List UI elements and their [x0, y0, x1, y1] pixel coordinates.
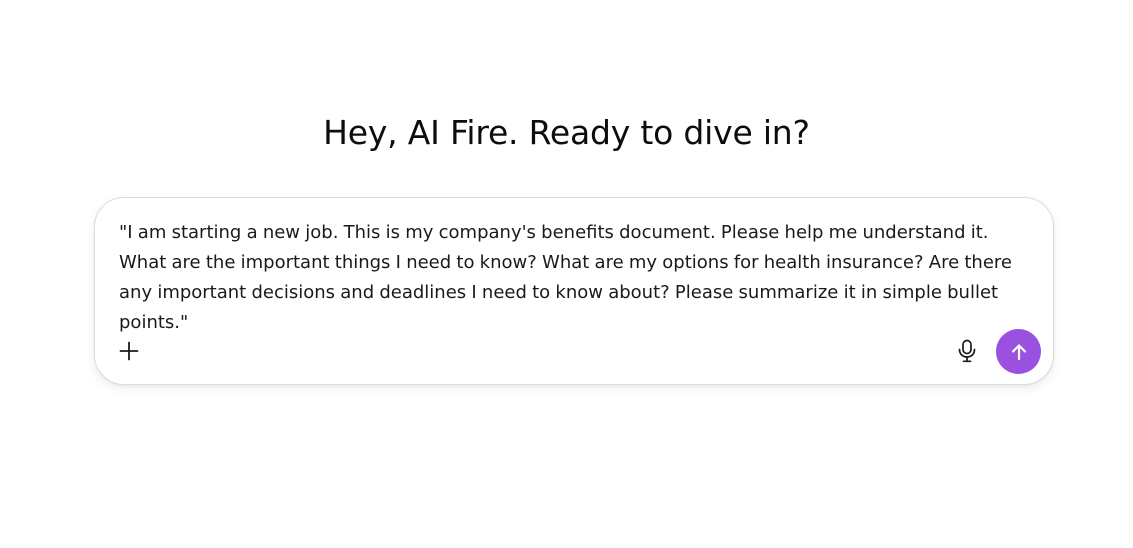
chat-start-page: Hey, AI Fire. Ready to dive in? "I am st…	[0, 0, 1133, 548]
prompt-input[interactable]: "I am starting a new job. This is my com…	[119, 218, 1035, 338]
send-button[interactable]	[996, 329, 1041, 374]
voice-input-button[interactable]	[952, 336, 982, 366]
arrow-up-icon	[1009, 342, 1029, 362]
prompt-composer[interactable]: "I am starting a new job. This is my com…	[94, 197, 1054, 385]
add-attachment-button[interactable]	[115, 337, 143, 365]
microphone-icon	[957, 339, 977, 363]
greeting-heading: Hey, AI Fire. Ready to dive in?	[323, 113, 810, 152]
plus-icon	[119, 341, 139, 361]
